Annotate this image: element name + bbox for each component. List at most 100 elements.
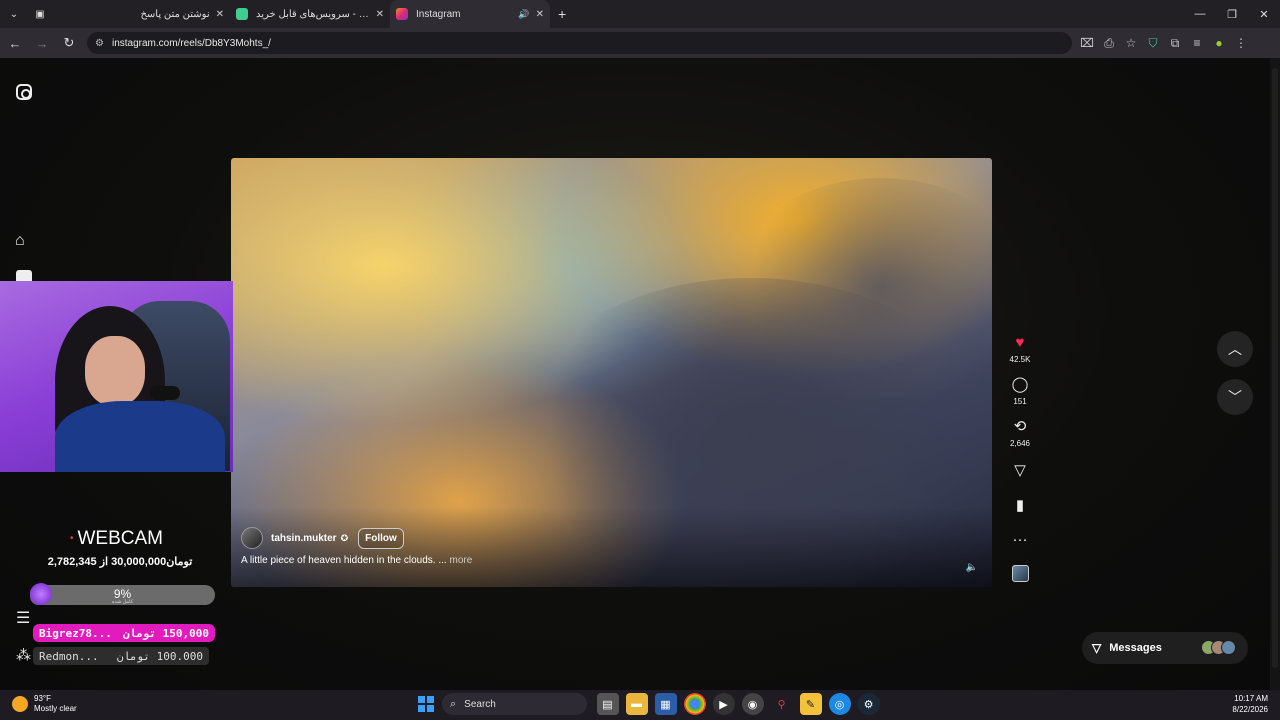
windows-start-icon[interactable] [418, 696, 434, 712]
new-tab-button[interactable]: + [558, 6, 566, 22]
reload-icon[interactable]: ↻ [57, 31, 81, 55]
minimize-icon[interactable]: — [1184, 0, 1216, 28]
editor-app-icon[interactable]: ✎ [799, 693, 822, 715]
instagram-logo-icon[interactable] [16, 84, 32, 100]
weather-temperature: 93°F [34, 694, 51, 703]
like-count: 42.5K [1009, 355, 1031, 364]
translate-icon[interactable]: ⌧ [1076, 36, 1098, 50]
donor-amount: 150,000 تومان [122, 626, 209, 640]
weather-widget[interactable]: 93°F Mostly clear [12, 694, 77, 714]
task-view-icon[interactable]: ▤ [596, 693, 619, 715]
close-window-icon[interactable]: ✕ [1248, 0, 1280, 28]
author-avatar[interactable] [241, 527, 263, 549]
more-options-action[interactable]: ··· [1004, 531, 1036, 549]
profile-avatar-icon[interactable]: ● [1208, 36, 1230, 50]
obs-icon[interactable]: ◉ [741, 693, 764, 715]
send-icon[interactable]: ▽ [1014, 462, 1026, 480]
connect-favicon-icon [236, 8, 248, 20]
media-control-icon[interactable]: ≡ [1186, 36, 1208, 50]
messages-button[interactable]: ▽ Messages [1082, 632, 1248, 664]
tab-title: نوشتن متن پاسخ [140, 8, 210, 20]
verified-badge-icon: ✪ [340, 532, 349, 543]
extensions-icon[interactable]: ⧉ [1164, 36, 1186, 51]
repost-action[interactable]: ⟲ 2,646 [1004, 418, 1036, 448]
taskbar-search[interactable]: ⌕ Search [442, 693, 587, 715]
weather-condition: Mostly clear [34, 704, 77, 713]
tab-instagram[interactable]: Instagram 🔊 ✕ [390, 0, 550, 28]
chevron-up-icon: ︿ [1228, 341, 1242, 357]
address-bar[interactable]: ⚙ instagram.com/reels/Db8Y3Mohts_/ [87, 32, 1072, 54]
tab-search-icon[interactable]: ⌄ [4, 4, 24, 24]
forward-arrow-icon[interactable]: → [30, 31, 54, 55]
clock-date: 8/22/2026 [1232, 705, 1268, 714]
comment-action[interactable]: ◯ 151 [1004, 376, 1036, 406]
browser-menu-icon[interactable]: ⋮ [1230, 36, 1252, 50]
maps-pin-icon[interactable]: ⚲ [771, 693, 793, 715]
speaker-icon[interactable]: 🔊 [518, 9, 529, 20]
previous-reel-button[interactable]: ︿ [1217, 331, 1253, 367]
bookmark-icon[interactable]: ▮ [1016, 497, 1024, 515]
original-audio-thumbnail[interactable] [1011, 565, 1029, 582]
donor-name: Redmon... [39, 649, 99, 663]
audio-page-action[interactable] [1004, 565, 1036, 582]
share-action[interactable]: ▽ [1004, 462, 1036, 480]
windows-taskbar: 93°F Mostly clear ⌕ Search ▤ ▬ ▦ ▶ ◉ ⚲ ✎… [0, 690, 1280, 720]
install-icon[interactable]: ⎙ [1098, 36, 1120, 51]
tab-1[interactable]: نوشتن متن پاسخ ✕ [112, 0, 230, 28]
repost-count: 2,646 [1009, 439, 1031, 448]
author-username[interactable]: tahsin.mukter [271, 533, 337, 544]
comment-count: 151 [1013, 397, 1027, 406]
tab-2[interactable]: سرویس‌های قابل خرید - Connect ✕ [230, 0, 390, 28]
close-icon[interactable]: ✕ [216, 9, 224, 20]
browser-tab-strip: ⌄ ▣ نوشتن متن پاسخ ✕ سرویس‌های قابل خرید… [0, 0, 1280, 28]
also-from-meta-icon[interactable]: ⁂ [16, 646, 31, 664]
follow-button[interactable]: Follow [358, 527, 404, 549]
webcam-label: • WEBCAM [0, 528, 233, 550]
microphone-icon [150, 386, 180, 400]
reel-video[interactable]: tahsin.mukter ✪ Follow A little piece of… [231, 158, 992, 587]
taskbar-search-label: Search [464, 698, 496, 710]
extension-tab-icon[interactable]: ▣ [28, 4, 52, 24]
reel-author: tahsin.mukter ✪ Follow [241, 527, 404, 549]
next-reel-button[interactable]: ﹀ [1217, 379, 1253, 415]
close-icon[interactable]: ✕ [376, 9, 384, 20]
site-info-icon[interactable]: ⚙ [95, 38, 104, 49]
url-text: instagram.com/reels/Db8Y3Mohts_/ [111, 37, 271, 49]
chevron-down-icon: ﹀ [1228, 389, 1242, 405]
caption-more-link[interactable]: more [449, 555, 472, 566]
repost-icon[interactable]: ⟲ [1014, 418, 1027, 436]
reel-caption: A little piece of heaven hidden in the c… [241, 555, 472, 566]
audio-toggle-icon[interactable]: 🔈 [966, 562, 978, 573]
caption-text: A little piece of heaven hidden in the c… [241, 555, 447, 566]
file-explorer-icon[interactable]: ▬ [625, 693, 648, 715]
avatar [1221, 640, 1236, 655]
donor-name: Bigrez78... [39, 626, 112, 640]
close-icon[interactable]: ✕ [536, 9, 544, 20]
toolbar-icons: ⌧ ⎙ ☆ ⛉ ⧉ ≡ ● ⋮ [1076, 36, 1252, 51]
vpn-shield-icon[interactable]: ⛉ [1142, 36, 1164, 51]
more-dots-icon[interactable]: ··· [1013, 531, 1028, 549]
top-donor-row: Bigrez78... 150,000 تومان [33, 624, 215, 642]
window-controls: — ❐ ✕ [1184, 0, 1280, 28]
bookmark-star-icon[interactable]: ☆ [1120, 36, 1142, 50]
chrome-icon[interactable] [683, 693, 706, 715]
steam-icon[interactable]: ⚙ [857, 693, 880, 715]
like-action[interactable]: ♥ 42.5K [1004, 334, 1036, 364]
messages-avatars [1201, 640, 1236, 655]
home-icon[interactable]: ⌂ [15, 232, 25, 250]
media-player-icon[interactable]: ▶ [712, 693, 735, 715]
chat-app-icon[interactable]: ◎ [828, 693, 851, 715]
search-icon: ⌕ [450, 697, 457, 710]
menu-hamburger-icon[interactable]: ☰ [16, 608, 30, 628]
system-clock[interactable]: 10:17 AM 8/22/2026 [1232, 693, 1268, 715]
reel-actions: ♥ 42.5K ◯ 151 ⟲ 2,646 ▽ ▮ ··· [1004, 334, 1036, 582]
comment-bubble-icon[interactable]: ◯ [1012, 376, 1029, 394]
save-action[interactable]: ▮ [1004, 497, 1036, 515]
store-app-icon[interactable]: ▦ [654, 693, 677, 715]
clock-time: 10:17 AM [1234, 694, 1268, 703]
back-arrow-icon[interactable]: ← [3, 31, 27, 55]
page-scrollbar[interactable] [1270, 58, 1280, 690]
heart-icon[interactable]: ♥ [1016, 334, 1025, 352]
scrollbar-thumb[interactable] [1272, 68, 1278, 668]
restore-icon[interactable]: ❐ [1216, 0, 1248, 28]
